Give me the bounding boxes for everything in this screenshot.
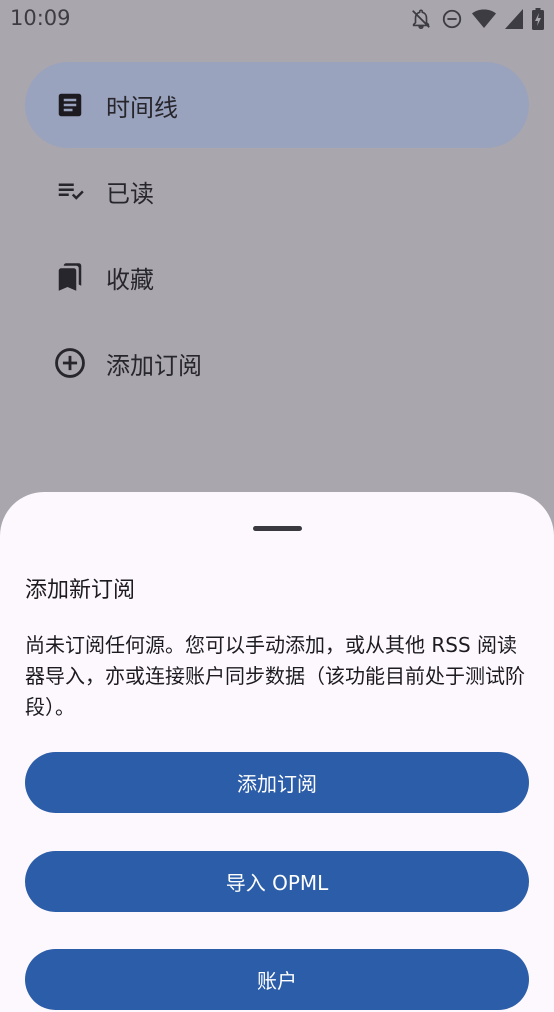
bookmarks-icon: [49, 256, 91, 298]
battery-charging-icon: [532, 8, 544, 30]
nav-item-label: 添加订阅: [106, 351, 202, 380]
bell-off-icon: [410, 8, 432, 30]
nav-item-label: 时间线: [106, 93, 178, 122]
drawer-nav: 时间线 已读 收藏 添加订阅: [25, 62, 529, 406]
status-time: 10:09: [10, 6, 71, 30]
nav-item-add-subscription[interactable]: 添加订阅: [25, 320, 529, 406]
nav-item-timeline[interactable]: 时间线: [25, 62, 529, 148]
import-opml-button[interactable]: 导入 OPML: [25, 851, 529, 912]
add-subscription-button[interactable]: 添加订阅: [25, 752, 529, 813]
wifi-icon: [472, 9, 496, 29]
sheet-title: 添加新订阅: [25, 578, 136, 603]
nav-item-read[interactable]: 已读: [25, 148, 529, 234]
signal-icon: [505, 9, 523, 29]
nav-item-starred[interactable]: 收藏: [25, 234, 529, 320]
sheet-description: 尚未订阅任何源。您可以手动添加，或从其他 RSS 阅读器导入，亦或连接账户同步数…: [25, 633, 525, 719]
drag-handle[interactable]: [253, 526, 302, 531]
nav-item-label: 收藏: [106, 265, 154, 294]
nav-item-label: 已读: [106, 179, 154, 208]
status-bar: 10:09: [0, 0, 554, 38]
playlist-check-icon: [49, 170, 91, 212]
do-not-disturb-icon: [441, 8, 463, 30]
account-button[interactable]: 账户: [25, 949, 529, 1010]
add-subscription-sheet: 添加新订阅 尚未订阅任何源。您可以手动添加，或从其他 RSS 阅读器导入，亦或连…: [0, 492, 554, 1012]
add-circle-icon: [49, 342, 91, 384]
status-icons: [410, 6, 544, 32]
article-icon: [49, 84, 91, 126]
